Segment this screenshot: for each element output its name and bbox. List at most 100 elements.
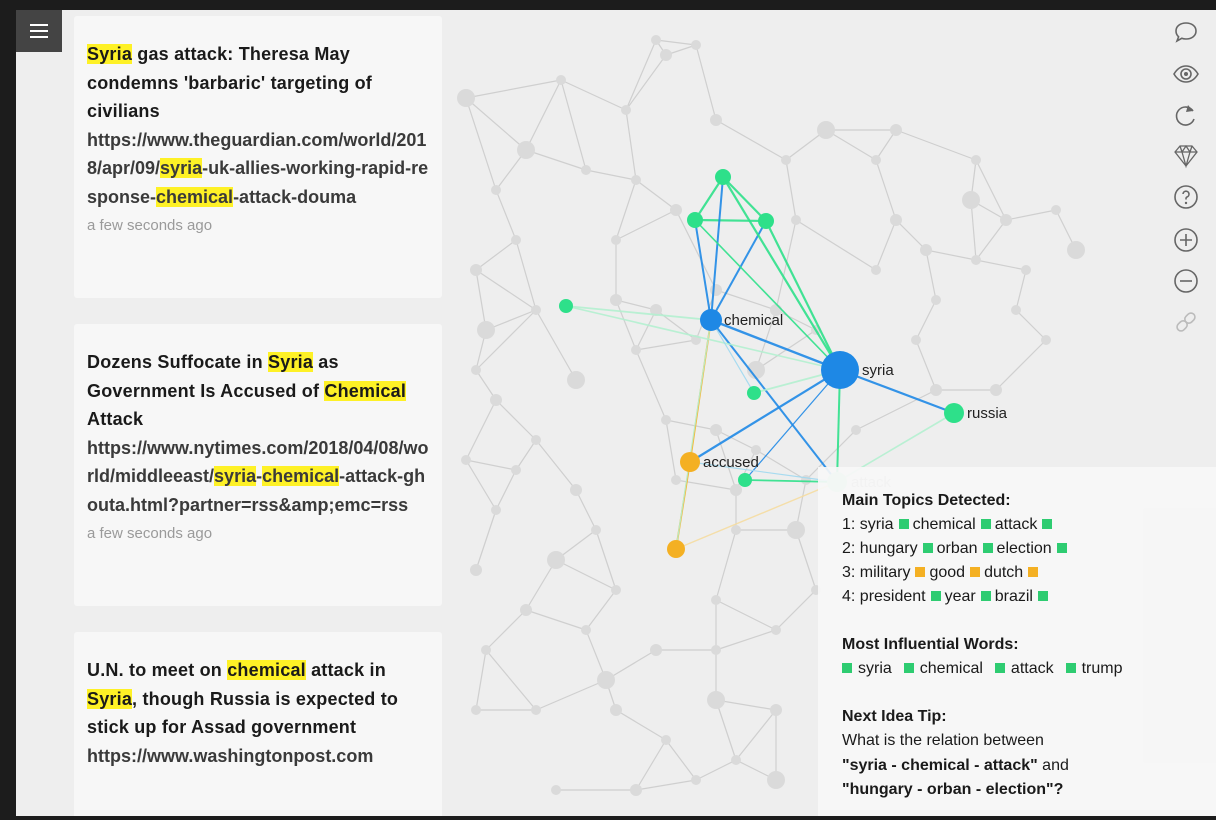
article-url[interactable]: https://www.washingtonpost.com: [87, 742, 429, 771]
topic-row[interactable]: 2: hungary orban election: [842, 537, 1216, 561]
graph-node[interactable]: [470, 264, 482, 276]
graph-node[interactable]: [611, 585, 621, 595]
graph-node[interactable]: [971, 155, 981, 165]
influential-word[interactable]: attack: [1011, 660, 1054, 677]
graph-node[interactable]: [871, 155, 881, 165]
topic-word[interactable]: good: [929, 564, 965, 581]
graph-node[interactable]: [581, 165, 591, 175]
graph-node[interactable]: [758, 213, 774, 229]
graph-node[interactable]: [851, 425, 861, 435]
graph-node[interactable]: [1051, 205, 1061, 215]
graph-node[interactable]: [547, 551, 565, 569]
topic-word[interactable]: election: [997, 540, 1052, 557]
topic-word[interactable]: chemical: [913, 516, 976, 533]
graph-node[interactable]: [747, 386, 761, 400]
graph-node[interactable]: [990, 384, 1002, 396]
graph-node[interactable]: [490, 394, 502, 406]
graph-node[interactable]: [591, 525, 601, 535]
influential-word[interactable]: trump: [1082, 660, 1123, 677]
graph-node[interactable]: [710, 114, 722, 126]
graph-node[interactable]: [491, 505, 501, 515]
graph-node[interactable]: [890, 124, 902, 136]
graph-node[interactable]: [871, 265, 881, 275]
graph-node[interactable]: [1021, 265, 1031, 275]
node-russia[interactable]: [944, 403, 964, 423]
graph-node[interactable]: [1011, 305, 1021, 315]
graph-node[interactable]: [671, 475, 681, 485]
graph-node[interactable]: [661, 735, 671, 745]
graph-node[interactable]: [691, 40, 701, 50]
topic-word[interactable]: orban: [937, 540, 978, 557]
graph-node[interactable]: [511, 235, 521, 245]
eye-icon[interactable]: [1171, 59, 1201, 89]
graph-node[interactable]: [767, 771, 785, 789]
graph-node[interactable]: [687, 212, 703, 228]
graph-node[interactable]: [971, 255, 981, 265]
graph-node[interactable]: [660, 49, 672, 61]
graph-node[interactable]: [930, 384, 942, 396]
graph-node[interactable]: [711, 595, 721, 605]
graph-node[interactable]: [715, 169, 731, 185]
graph-node[interactable]: [520, 604, 532, 616]
article-title[interactable]: Syria gas attack: Theresa May condemns '…: [87, 40, 429, 126]
graph-node[interactable]: [738, 473, 752, 487]
article-url[interactable]: https://www.theguardian.com/world/2018/a…: [87, 126, 429, 212]
graph-node[interactable]: [962, 191, 980, 209]
graph-node[interactable]: [670, 204, 682, 216]
graph-node[interactable]: [567, 371, 585, 389]
graph-node[interactable]: [661, 415, 671, 425]
help-icon[interactable]: [1171, 182, 1201, 212]
topic-word[interactable]: brazil: [995, 588, 1033, 605]
graph-node[interactable]: [781, 155, 791, 165]
graph-node[interactable]: [787, 521, 805, 539]
node-syria[interactable]: [821, 351, 859, 389]
speech-bubble-icon[interactable]: [1171, 18, 1201, 48]
graph-node[interactable]: [667, 540, 685, 558]
menu-button[interactable]: [16, 10, 62, 52]
article-card[interactable]: U.N. to meet on chemical attack in Syria…: [74, 632, 442, 816]
graph-node[interactable]: [551, 785, 561, 795]
article-card[interactable]: Dozens Suffocate in Syria as Government …: [74, 324, 442, 606]
graph-node[interactable]: [631, 345, 641, 355]
topic-word[interactable]: president: [860, 588, 926, 605]
graph-node[interactable]: [491, 185, 501, 195]
article-url[interactable]: https://www.nytimes.com/2018/04/08/world…: [87, 434, 429, 520]
topic-row[interactable]: 1: syria chemical attack: [842, 513, 1216, 537]
topic-word[interactable]: dutch: [984, 564, 1023, 581]
graph-node[interactable]: [631, 175, 641, 185]
graph-node[interactable]: [630, 784, 642, 796]
graph-node[interactable]: [481, 645, 491, 655]
graph-node[interactable]: [890, 214, 902, 226]
graph-node[interactable]: [730, 484, 742, 496]
article-card[interactable]: Syria gas attack: Theresa May condemns '…: [74, 16, 442, 298]
influential-word[interactable]: syria: [858, 660, 892, 677]
graph-node[interactable]: [931, 295, 941, 305]
graph-node[interactable]: [707, 691, 725, 709]
graph-node[interactable]: [570, 484, 582, 496]
graph-node[interactable]: [731, 525, 741, 535]
graph-node[interactable]: [461, 455, 471, 465]
graph-node[interactable]: [556, 75, 566, 85]
graph-node[interactable]: [457, 89, 475, 107]
article-title[interactable]: U.N. to meet on chemical attack in Syria…: [87, 656, 429, 742]
graph-node[interactable]: [517, 141, 535, 159]
graph-node[interactable]: [920, 244, 932, 256]
graph-node[interactable]: [911, 335, 921, 345]
graph-node[interactable]: [1067, 241, 1085, 259]
graph-node[interactable]: [771, 625, 781, 635]
graph-node[interactable]: [650, 644, 662, 656]
zoom-in-icon[interactable]: [1171, 225, 1201, 255]
graph-node[interactable]: [610, 294, 622, 306]
graph-node[interactable]: [477, 321, 495, 339]
influential-word[interactable]: chemical: [920, 660, 983, 677]
graph-node[interactable]: [559, 299, 573, 313]
tip-quote-2[interactable]: "hungary - orban - election"?: [842, 778, 1216, 803]
graph-node[interactable]: [581, 625, 591, 635]
graph-node[interactable]: [610, 704, 622, 716]
graph-node[interactable]: [470, 564, 482, 576]
topic-row[interactable]: 4: president year brazil: [842, 585, 1216, 609]
topic-word[interactable]: attack: [995, 516, 1038, 533]
graph-node[interactable]: [651, 35, 661, 45]
graph-node[interactable]: [471, 705, 481, 715]
node-chemical[interactable]: [700, 309, 722, 331]
